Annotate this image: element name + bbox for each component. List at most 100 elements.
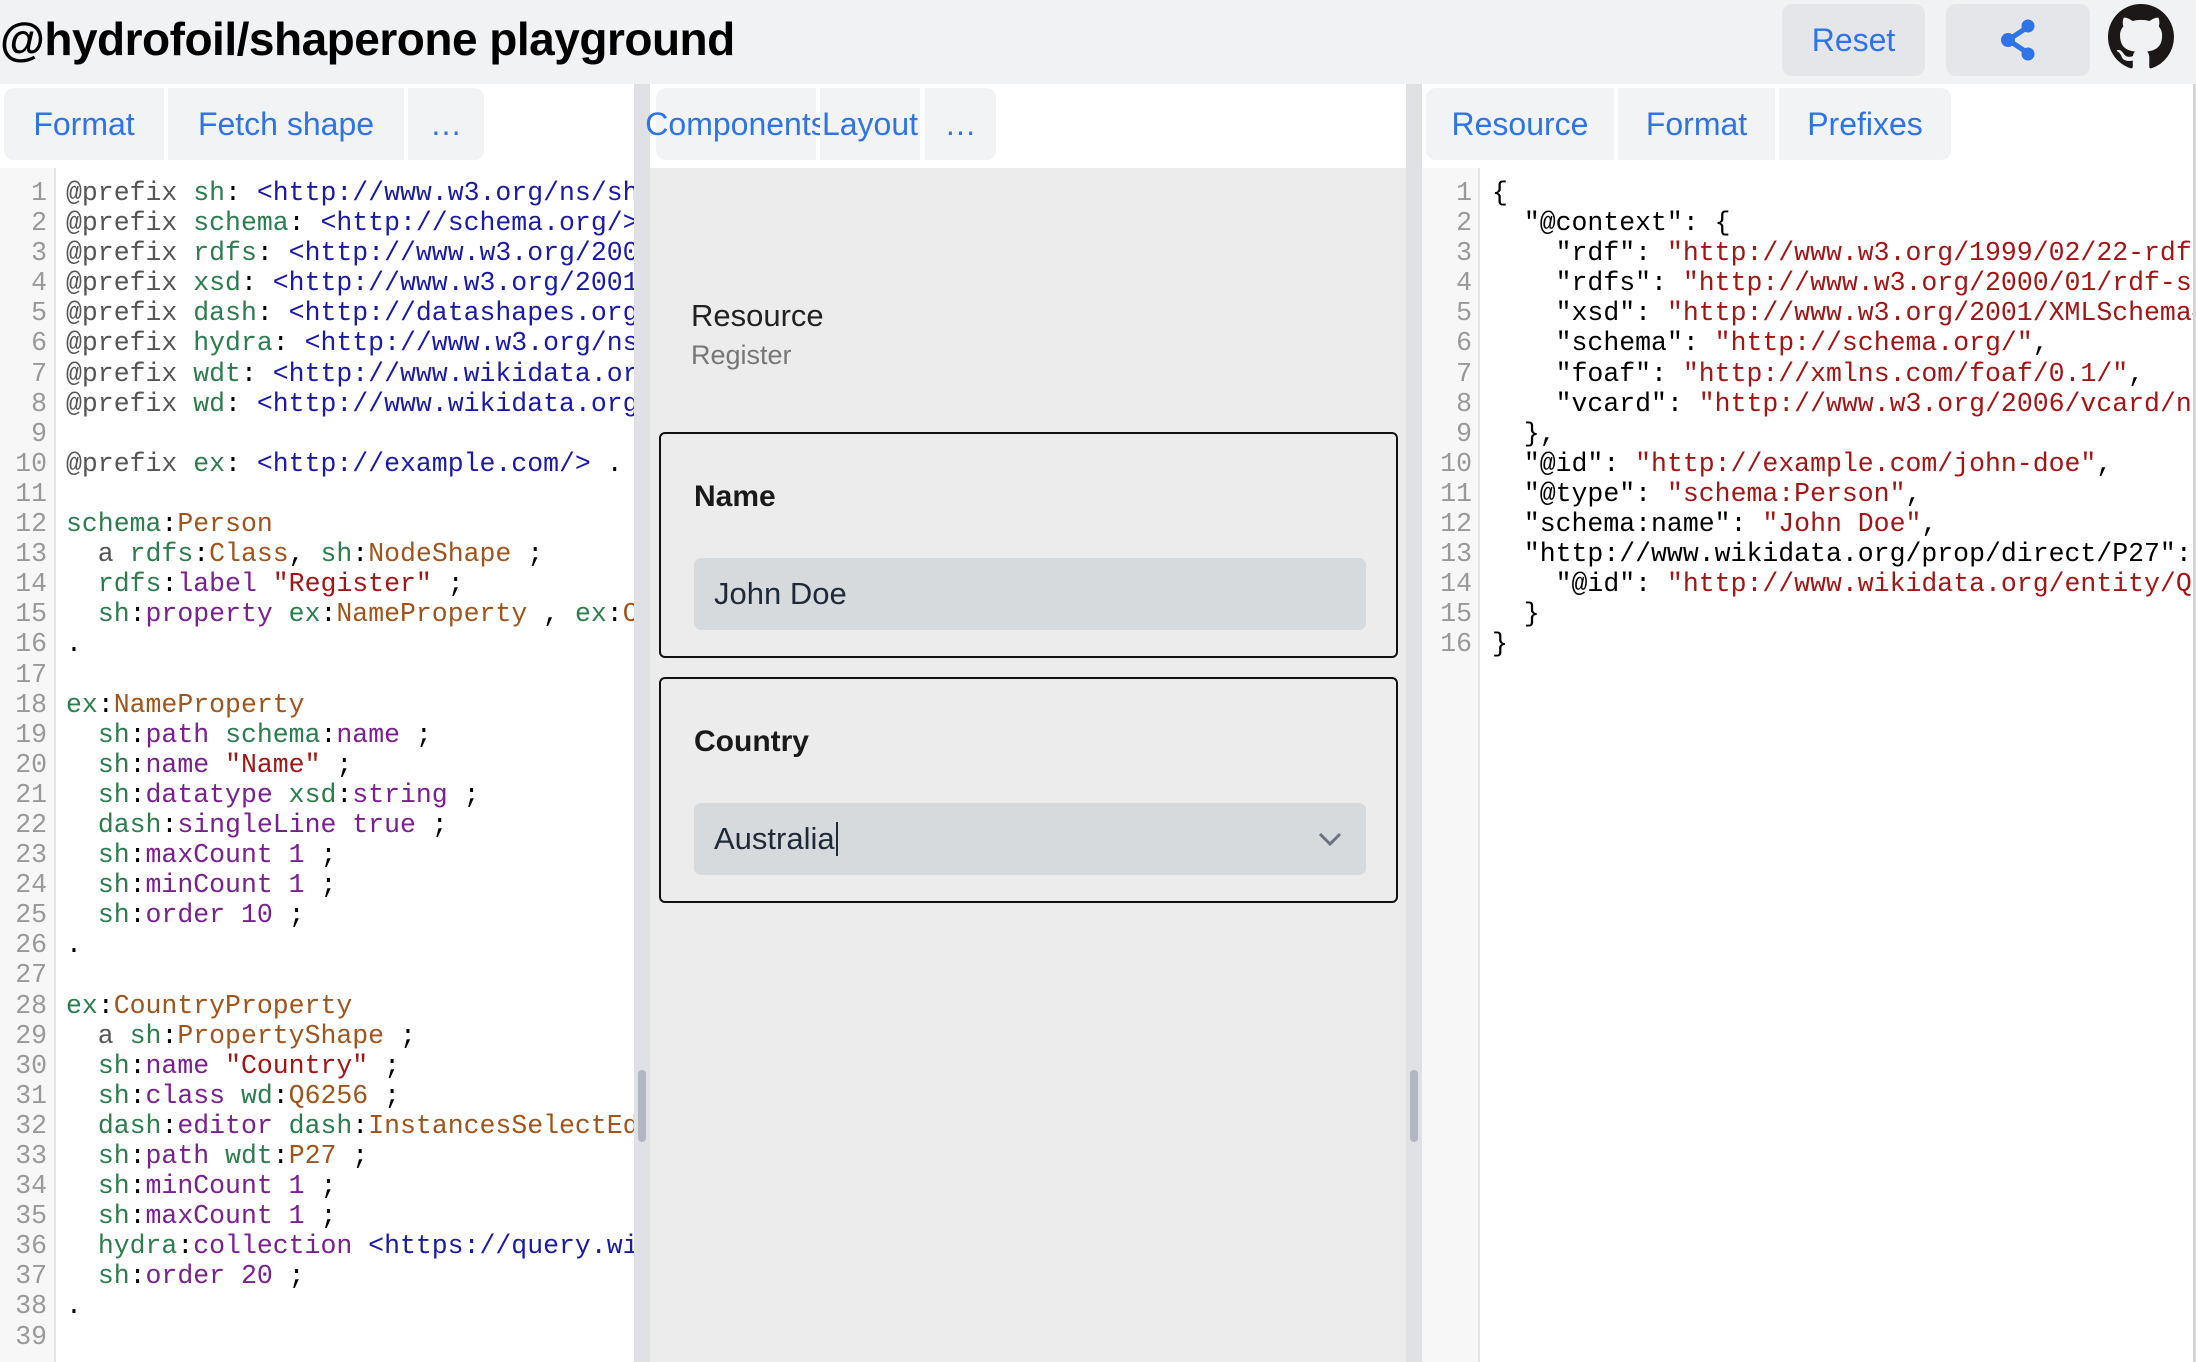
code-line[interactable]: 14 "@id": "http://www.wikidata.org/entit… bbox=[1422, 569, 2193, 599]
code-line[interactable]: 17 bbox=[0, 660, 634, 690]
code-line[interactable]: 38. bbox=[0, 1291, 634, 1321]
resize-handle[interactable] bbox=[1410, 1070, 1418, 1142]
code-line[interactable]: 22 dash:singleLine true ; bbox=[0, 810, 634, 840]
code-line[interactable]: 4 "rdfs": "http://www.w3.org/2000/01/rdf… bbox=[1422, 268, 2193, 298]
code-line[interactable]: 6 @prefix hydra: <http://www.w3.org/ns/ bbox=[0, 328, 634, 358]
panel-resizer-left[interactable] bbox=[634, 84, 650, 1362]
code-line[interactable]: 20 sh:name "Name" ; bbox=[0, 750, 634, 780]
code-line[interactable]: 1{ bbox=[1422, 178, 2193, 208]
code-line[interactable]: 13 "http://www.wikidata.org/prop/direct/… bbox=[1422, 539, 2193, 569]
code-line[interactable]: 33 sh:path wdt:P27 ; bbox=[0, 1141, 634, 1171]
shape-code[interactable]: 1 @prefix sh: <http://www.w3.org/ns/sha 2 @… bbox=[0, 178, 634, 1352]
code-line[interactable]: 26. bbox=[0, 930, 634, 960]
code-line[interactable]: 30 sh:name "Country" ; bbox=[0, 1051, 634, 1081]
shape-more-button[interactable]: … bbox=[408, 88, 484, 160]
code-line[interactable]: 31 sh:class wd:Q6256 ; bbox=[0, 1081, 634, 1111]
code-line[interactable]: 3 "rdf": "http://www.w3.org/1999/02/22-r… bbox=[1422, 238, 2193, 268]
code-line[interactable]: 16. bbox=[0, 629, 634, 659]
reset-button[interactable]: Reset bbox=[1782, 4, 1925, 76]
code-line[interactable]: 4 @prefix xsd: <http://www.w3.org/2001/ bbox=[0, 268, 634, 298]
code-line[interactable]: 9 bbox=[0, 419, 634, 449]
layout-button[interactable]: Layout bbox=[820, 88, 920, 160]
code-line[interactable]: 28 ex:CountryProperty bbox=[0, 991, 634, 1021]
code-line[interactable]: 37 sh:order 20 ; bbox=[0, 1261, 634, 1291]
code-line[interactable]: 5 @prefix dash: <http://datashapes.org/ bbox=[0, 298, 634, 328]
code-line[interactable]: 3 @prefix rdfs: <http://www.w3.org/2000 bbox=[0, 238, 634, 268]
code-line[interactable]: 7 "foaf": "http://xmlns.com/foaf/0.1/", bbox=[1422, 359, 2193, 389]
line-content: "schema": "http://schema.org/", bbox=[1492, 328, 2049, 358]
line-number: 9 bbox=[31, 418, 47, 449]
code-line[interactable]: 2 @prefix schema: <http://schema.org/> . bbox=[0, 208, 634, 238]
code-token: ex bbox=[66, 689, 98, 720]
code-line[interactable]: 39 bbox=[0, 1322, 634, 1352]
code-token: : bbox=[129, 719, 146, 750]
code-line[interactable]: 9 }, bbox=[1422, 419, 2193, 449]
country-select[interactable]: Australia bbox=[694, 803, 1366, 875]
code-line[interactable]: 29 a sh:PropertyShape ; bbox=[0, 1021, 634, 1051]
code-line[interactable]: 14 rdfs:label "Register" ; bbox=[0, 569, 634, 599]
code-line[interactable]: 12 schema:Person bbox=[0, 509, 634, 539]
code-line[interactable]: 8 "vcard": "http://www.w3.org/2006/vcard… bbox=[1422, 389, 2193, 419]
code-line[interactable]: 27 bbox=[0, 960, 634, 990]
code-line[interactable]: 10 "@id": "http://example.com/john-doe", bbox=[1422, 449, 2193, 479]
code-line[interactable]: 25 sh:order 10 ; bbox=[0, 900, 634, 930]
line-number: 4 bbox=[1456, 268, 1472, 299]
code-line[interactable]: 12 "schema:name": "John Doe", bbox=[1422, 509, 2193, 539]
line-number: 35 bbox=[15, 1201, 47, 1232]
code-token: "foaf" bbox=[1555, 358, 1652, 389]
code-line[interactable]: 10 @prefix ex: <http://example.com/> . bbox=[0, 449, 634, 479]
code-line[interactable]: 19 sh:path schema:name ; bbox=[0, 720, 634, 750]
components-button[interactable]: Components bbox=[645, 88, 827, 160]
code-token: Q6256 bbox=[288, 1080, 369, 1111]
form-more-button[interactable]: … bbox=[925, 88, 996, 160]
resize-handle[interactable] bbox=[638, 1070, 646, 1142]
code-line[interactable]: 34 sh:minCount 1 ; bbox=[0, 1171, 634, 1201]
code-token: "http://www.wikidata.org/prop/direct/P27… bbox=[1523, 539, 2176, 570]
code-line[interactable]: 8 @prefix wd: <http://www.wikidata.org/ bbox=[0, 389, 634, 419]
text-caret bbox=[835, 822, 838, 856]
code-line[interactable]: 18 ex:NameProperty bbox=[0, 690, 634, 720]
format-output-button[interactable]: Format bbox=[1618, 88, 1775, 160]
format-shape-button[interactable]: Format bbox=[4, 88, 164, 160]
line-number: 5 bbox=[1456, 298, 1472, 329]
jsonld-code[interactable]: 1{2 "@context": {3 "rdf": "http://www.w3… bbox=[1422, 178, 2193, 660]
line-number: 15 bbox=[15, 599, 47, 630]
code-line[interactable]: 6 "schema": "http://schema.org/", bbox=[1422, 328, 2193, 358]
code-line[interactable]: 11 "@type": "schema:Person", bbox=[1422, 479, 2193, 509]
code-line[interactable]: 13 a rdfs:Class, sh:NodeShape ; bbox=[0, 539, 634, 569]
code-token: sh bbox=[97, 749, 130, 780]
code-line[interactable]: 5 "xsd": "http://www.w3.org/2001/XMLSche… bbox=[1422, 298, 2193, 328]
shape-code-editor[interactable]: 1 @prefix sh: <http://www.w3.org/ns/sha 2 @… bbox=[0, 168, 634, 1362]
code-token: <http://www.w3.org/ns/ bbox=[304, 328, 634, 359]
code-line[interactable]: 23 sh:maxCount 1 ; bbox=[0, 840, 634, 870]
code-line[interactable]: 1 @prefix sh: <http://www.w3.org/ns/sha bbox=[0, 178, 634, 208]
share-button[interactable] bbox=[1946, 4, 2090, 76]
line-number: 16 bbox=[15, 629, 47, 660]
chevron-down-icon[interactable] bbox=[1316, 825, 1344, 853]
panel-resizer-right[interactable] bbox=[1406, 84, 1422, 1362]
line-number: 30 bbox=[15, 1050, 47, 1081]
code-line[interactable]: 32 dash:editor dash:InstancesSelectEd: bbox=[0, 1111, 634, 1141]
code-token: "Country" bbox=[225, 1050, 369, 1081]
code-line[interactable]: 36 hydra:collection <https://query.wik bbox=[0, 1231, 634, 1261]
prefixes-button[interactable]: Prefixes bbox=[1779, 88, 1951, 160]
jsonld-code-editor[interactable]: 1{2 "@context": {3 "rdf": "http://www.w3… bbox=[1422, 168, 2193, 1362]
code-line[interactable]: 16} bbox=[1422, 629, 2193, 659]
github-icon[interactable] bbox=[2108, 4, 2174, 70]
code-line[interactable]: 15 } bbox=[1422, 599, 2193, 629]
code-line[interactable]: 21 sh:datatype xsd:string ; bbox=[0, 780, 634, 810]
fetch-shape-button[interactable]: Fetch shape bbox=[168, 88, 404, 160]
code-token: maxCount bbox=[145, 840, 273, 871]
code-line[interactable]: 7 @prefix wdt: <http://www.wikidata.org bbox=[0, 359, 634, 389]
line-content: a rdfs:Class, sh:NodeShape ; bbox=[66, 539, 543, 569]
code-line[interactable]: 15 sh:property ex:NameProperty , ex:Co bbox=[0, 599, 634, 629]
line-number: 11 bbox=[1440, 478, 1472, 509]
code-line[interactable]: 2 "@context": { bbox=[1422, 208, 2193, 238]
name-input[interactable]: John Doe bbox=[694, 558, 1366, 630]
code-line[interactable]: 11 bbox=[0, 479, 634, 509]
code-line[interactable]: 24 sh:minCount 1 ; bbox=[0, 870, 634, 900]
resource-button[interactable]: Resource bbox=[1426, 88, 1614, 160]
code-token: wd bbox=[193, 388, 226, 419]
line-content: sh:minCount 1 ; bbox=[66, 1171, 337, 1201]
code-line[interactable]: 35 sh:maxCount 1 ; bbox=[0, 1201, 634, 1231]
